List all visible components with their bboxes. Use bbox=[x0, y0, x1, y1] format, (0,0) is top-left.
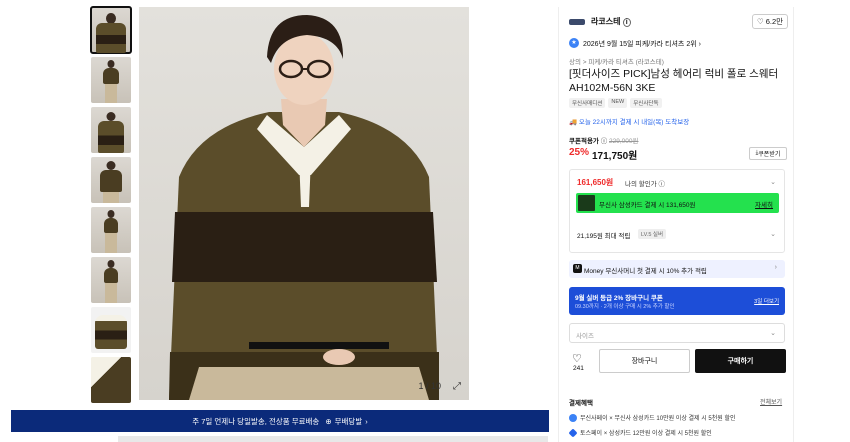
promo-subtitle: 09.30까지 · 2개 이상 구매 시 2% 추가 할인 bbox=[575, 304, 675, 310]
banner-tag-icon: ⊕ bbox=[325, 416, 332, 426]
discount-rate: 25% bbox=[569, 147, 590, 158]
model-illustration bbox=[169, 15, 439, 400]
chevron-down-icon: ⌄ bbox=[770, 330, 776, 337]
buy-now-button[interactable]: 구매하기 bbox=[695, 349, 786, 373]
banner-tag: 무배당발 bbox=[334, 416, 363, 426]
product-info-panel: 라코스테 i ♡ 6.2만 ★ 2026년 9월 15일 피케/카라 티셔츠 2… bbox=[558, 7, 794, 442]
thumbnail-4[interactable] bbox=[91, 157, 131, 203]
final-price: 171,750원 bbox=[592, 151, 638, 162]
original-price: 229,000원 bbox=[609, 138, 639, 145]
thumbnail-3[interactable] bbox=[91, 107, 131, 153]
chevron-right-icon: › bbox=[774, 264, 777, 271]
card-promo-bar[interactable]: 무신사 삼성카드 결제 시 131,650원 자세히 bbox=[576, 193, 779, 213]
chevron-down-icon[interactable]: ⌄ bbox=[770, 178, 776, 186]
card-promo-text: 무신사 삼성카드 결제 시 131,650원 bbox=[599, 202, 696, 209]
benefit-item: 무신사페이 × 무신사 삼성카드 10만원 이상 결제 시 5천원 할인 bbox=[569, 413, 735, 423]
musinsa-pay-icon bbox=[569, 414, 577, 423]
info-icon[interactable]: i bbox=[622, 18, 631, 27]
size-select[interactable]: 사이즈 ⌄ bbox=[569, 323, 785, 343]
money-icon: M bbox=[573, 264, 582, 273]
brand-logo[interactable] bbox=[569, 19, 585, 25]
thumbnail-1[interactable] bbox=[90, 6, 132, 54]
add-to-cart-button[interactable]: 장바구니 bbox=[599, 349, 690, 373]
heart-icon: ♡ bbox=[756, 17, 764, 26]
badge: 무신사매디션 bbox=[569, 98, 606, 108]
promo-link[interactable]: 3일 더보기 bbox=[754, 297, 779, 305]
badge-list: 무신사매디션 NEW 무신사단독 bbox=[569, 98, 662, 108]
image-counter: 1 / 10 bbox=[418, 381, 441, 391]
badge: NEW bbox=[608, 98, 628, 108]
toss-pay-icon bbox=[568, 428, 578, 438]
wishlist-heart-icon[interactable]: ♡ bbox=[572, 352, 582, 365]
thumbnail-8[interactable] bbox=[91, 357, 131, 403]
like-count: 6.2만 bbox=[765, 17, 784, 26]
section-divider bbox=[118, 436, 548, 442]
benefits-title: 결제혜택 bbox=[569, 400, 593, 407]
rank-icon: ★ bbox=[569, 38, 579, 48]
wishlist-count: 241 bbox=[573, 365, 584, 372]
main-product-image[interactable]: 1 / 10 ⤢ bbox=[139, 7, 469, 400]
level-badge: LV.5 실버 bbox=[638, 229, 667, 239]
coupon-button[interactable]: ⤓ 쿠폰받기 bbox=[749, 147, 787, 160]
ranking-link[interactable]: 2026년 9월 15일 피케/카라 티셔츠 2위 › bbox=[583, 39, 701, 49]
product-title: [핏더사이즈 PICK]남성 헤어리 럭비 폴로 스웨터 AH102M-56N … bbox=[569, 68, 779, 94]
breadcrumb[interactable]: 상의 > 피케/카라 티셔츠 (라코스테) bbox=[569, 56, 664, 66]
card-promo-link[interactable]: 자세히 bbox=[755, 199, 773, 209]
coupon-price-label: 쿠폰적용가 ⓘ bbox=[569, 138, 608, 145]
cart-coupon-promo[interactable]: 9월 실버 등급 2% 장바구니 쿠폰 09.30까지 · 2개 이상 구매 시… bbox=[569, 287, 785, 315]
expand-icon[interactable]: ⤢ bbox=[453, 381, 461, 392]
sale-price: 161,650원 bbox=[577, 178, 614, 187]
truck-icon: 🚚 bbox=[569, 119, 578, 126]
chevron-down-icon[interactable]: ⌄ bbox=[770, 230, 776, 238]
sale-label: 나의 할인가 ⓘ bbox=[625, 181, 666, 188]
money-promo[interactable]: M Money 무신사머니 첫 결제 시 10% 추가 적립 › bbox=[569, 260, 785, 278]
money-text: Money 무신사머니 첫 결제 시 10% 추가 적립 bbox=[584, 268, 707, 275]
thumbnail-7[interactable] bbox=[91, 307, 131, 353]
benefit-item: 토스페이 × 삼성카드 12만원 이상 결제 시 5천원 할인 bbox=[568, 428, 712, 438]
thumbnail-5[interactable] bbox=[91, 207, 131, 253]
delivery-guarantee: 🚚 오늘 22시까지 결제 시 내일(목) 도착보장 bbox=[569, 119, 690, 126]
badge: 무신사단독 bbox=[630, 98, 662, 108]
thumbnail-list bbox=[90, 6, 132, 407]
info-icon[interactable]: ⓘ bbox=[601, 138, 608, 145]
points-text: 21,195원 최대 적립 bbox=[577, 233, 631, 240]
banner-text: 주 7일 언제나 당일발송, 전상품 무료배송 bbox=[192, 416, 320, 426]
brand-name[interactable]: 라코스테 i bbox=[591, 16, 631, 27]
like-button[interactable]: ♡ 6.2만 bbox=[752, 14, 788, 29]
benefits-view-all[interactable]: 전체보기 bbox=[760, 397, 782, 406]
size-placeholder: 사이즈 bbox=[576, 333, 594, 340]
thumbnail-2[interactable] bbox=[91, 57, 131, 103]
card-image bbox=[578, 195, 595, 211]
chevron-right-icon: › bbox=[365, 416, 368, 426]
delivery-banner[interactable]: 주 7일 언제나 당일발송, 전상품 무료배송 ⊕ 무배당발 › bbox=[11, 410, 549, 432]
sale-info-box: 161,650원 나의 할인가 ⓘ ⌄ 무신사 삼성카드 결제 시 131,65… bbox=[569, 169, 785, 253]
promo-title: 9월 실버 등급 2% 장바구니 쿠폰 bbox=[575, 295, 663, 302]
thumbnail-6[interactable] bbox=[91, 257, 131, 303]
